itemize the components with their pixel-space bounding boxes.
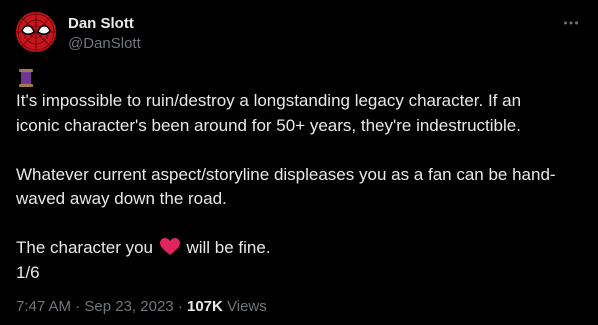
avatar[interactable] [16,12,56,52]
tweet-meta: 7:47 AM · Sep 23, 2023 · 107K Views [16,297,267,317]
author-names: Dan Slott @DanSlott [68,14,141,54]
tweet-line: The character you will be fine. [16,236,582,261]
meta-separator: · [173,298,187,315]
red-heart-icon [159,238,180,255]
more-horizontal-icon [564,21,578,25]
tweet-line: It's impossible to ruin/destroy a longst… [16,91,522,110]
more-options-button[interactable] [560,12,582,34]
tweet-line: Whatever current aspect/storyline disple… [16,164,556,184]
tweet-time: 7:47 AM [16,298,72,315]
tweet-time-link[interactable]: 7:47 AM · Sep 23, 2023 [16,298,174,315]
tweet-card: Dan Slott @DanSlott It's impossible to r… [0,0,598,325]
views-link[interactable]: 107K Views [187,298,267,315]
tweet-header: Dan Slott @DanSlott [16,12,582,60]
tweet-line: 1/6 [16,262,40,282]
tweet-line: waved away down the road. [16,189,227,208]
tweet-text-fragment: The character you [16,238,158,257]
tweet-line: iconic character's been around for 50+ y… [16,115,521,135]
meta-separator: · [71,298,85,315]
author-handle[interactable]: @DanSlott [68,34,141,54]
tweet-text: It's impossible to ruin/destroy a longst… [16,89,582,285]
thread-spool-icon [19,69,33,87]
views-count: 107K [186,298,223,315]
spider-man-mask-icon [16,12,56,52]
tweet-text-fragment: will be fine. [181,238,271,257]
author-display-name[interactable]: Dan Slott [68,14,141,34]
views-label: Views [222,298,267,315]
tweet-date: Sep 23, 2023 [84,298,174,315]
